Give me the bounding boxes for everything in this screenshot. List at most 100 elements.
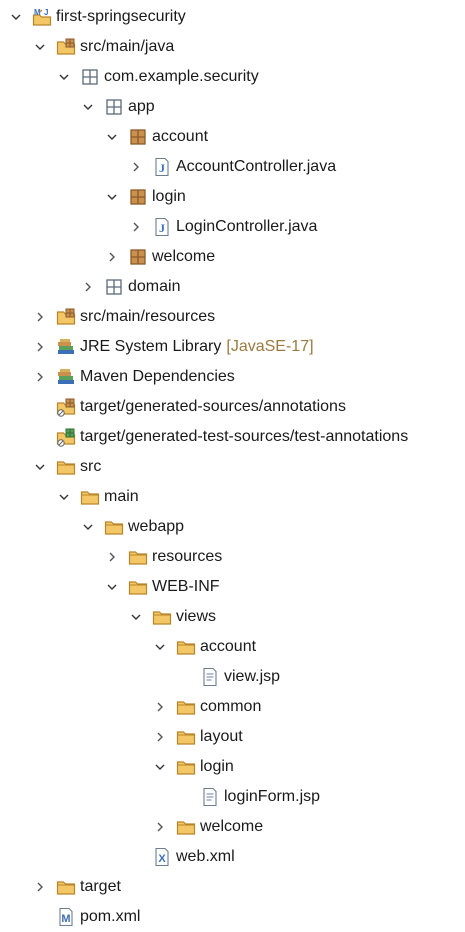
folder-icon [56,877,76,897]
tree-item[interactable]: app [0,92,465,122]
tree-item-label: com.example.security [104,68,259,85]
chevron-down-icon[interactable] [152,759,168,775]
tree-item[interactable]: common [0,692,465,722]
jsp-file-icon [200,667,220,687]
tree-item[interactable]: WEB-INF [0,572,465,602]
folder-icon [176,727,196,747]
chevron-down-icon[interactable] [80,519,96,535]
chevron-right-icon[interactable] [128,159,144,175]
chevron-down-icon[interactable] [32,459,48,475]
java-file-icon: J [152,217,172,237]
chevron-right-icon[interactable] [32,369,48,385]
folder-icon [176,637,196,657]
tree-item[interactable]: views [0,602,465,632]
package-icon [104,97,124,117]
tree-item[interactable]: account [0,632,465,662]
tree-item[interactable]: M Jfirst-springsecurity [0,2,465,32]
tree-item-label: target/generated-test-sources/test-annot… [80,428,409,445]
tree-item[interactable]: src/main/java [0,32,465,62]
tree-item-label: common [200,698,262,715]
tree-item[interactable]: target/generated-test-sources/test-annot… [0,422,465,452]
folder-icon [128,577,148,597]
tree-item-label: views [176,608,217,625]
tree-item-label: Maven Dependencies [80,368,235,385]
tree-item[interactable]: layout [0,722,465,752]
tree-item-label: web.xml [176,848,235,865]
tree-item[interactable]: welcome [0,242,465,272]
tree-item[interactable]: webapp [0,512,465,542]
folder-icon [56,457,76,477]
tree-item[interactable]: target/generated-sources/annotations [0,392,465,422]
tree-item[interactable]: login [0,182,465,212]
chevron-down-icon[interactable] [104,129,120,145]
svg-text:J: J [159,221,165,235]
java-file-icon: J [152,157,172,177]
package-filled-icon [128,247,148,267]
svg-text:M: M [61,913,70,925]
chevron-down-icon[interactable] [80,99,96,115]
generated-source-folder-icon [56,397,76,417]
tree-item[interactable]: Mpom.xml [0,902,465,932]
tree-item[interactable]: J LoginController.java [0,212,465,242]
chevron-right-icon[interactable] [32,309,48,325]
tree-item[interactable]: JRE System Library [JavaSE-17] [0,332,465,362]
chevron-down-icon[interactable] [56,69,72,85]
tree-item-label: JRE System Library [80,338,222,355]
maven-pom-icon: M [56,907,76,927]
package-icon [104,277,124,297]
chevron-right-icon[interactable] [152,729,168,745]
tree-item[interactable]: welcome [0,812,465,842]
tree-item[interactable]: com.example.security [0,62,465,92]
maven-project-icon: MJ [32,7,52,27]
tree-item[interactable]: loginForm.jsp [0,782,465,812]
chevron-right-icon[interactable] [152,819,168,835]
tree-item-label: target/generated-sources/annotations [80,398,346,415]
tree-item[interactable]: view.jsp [0,662,465,692]
tree-item[interactable]: login [0,752,465,782]
tree-item[interactable]: main [0,482,465,512]
tree-item[interactable]: src [0,452,465,482]
tree-item-decoration: [JavaSE-17] [226,338,314,355]
tree-item[interactable]: resources [0,542,465,572]
chevron-right-icon[interactable] [152,699,168,715]
tree-item[interactable]: J AccountController.java [0,152,465,182]
tree-item-label: resources [152,548,223,565]
tree-item[interactable]: Xweb.xml [0,842,465,872]
chevron-down-icon[interactable] [128,609,144,625]
source-folder-icon [56,37,76,57]
tree-item[interactable]: target [0,872,465,902]
tree-item-label: login [200,758,234,775]
chevron-down-icon[interactable] [56,489,72,505]
chevron-down-icon[interactable] [104,189,120,205]
package-filled-icon [128,127,148,147]
tree-item-label: src/main/java [80,38,175,55]
library-icon [56,337,76,357]
chevron-down-icon[interactable] [152,639,168,655]
folder-icon [176,817,196,837]
chevron-right-icon[interactable] [32,339,48,355]
generated-test-source-folder-icon [56,427,76,447]
chevron-right-icon[interactable] [32,879,48,895]
tree-item[interactable]: domain [0,272,465,302]
tree-item-label: account [200,638,257,655]
tree-item-label: src [80,458,102,475]
chevron-down-icon[interactable] [104,579,120,595]
chevron-right-icon[interactable] [80,279,96,295]
tree-item[interactable]: Maven Dependencies [0,362,465,392]
tree-item[interactable]: src/main/resources [0,302,465,332]
chevron-right-icon[interactable] [104,249,120,265]
chevron-down-icon[interactable] [32,39,48,55]
chevron-right-icon[interactable] [128,219,144,235]
library-icon [56,367,76,387]
tree-item-label: webapp [128,518,185,535]
tree-item[interactable]: account [0,122,465,152]
tree-item-label: main [104,488,139,505]
chevron-right-icon[interactable] [104,549,120,565]
chevron-down-icon[interactable] [8,9,24,25]
folder-icon [104,517,124,537]
tree-item-label: layout [200,728,243,745]
tree-item-label: view.jsp [224,668,281,685]
folder-icon [176,697,196,717]
